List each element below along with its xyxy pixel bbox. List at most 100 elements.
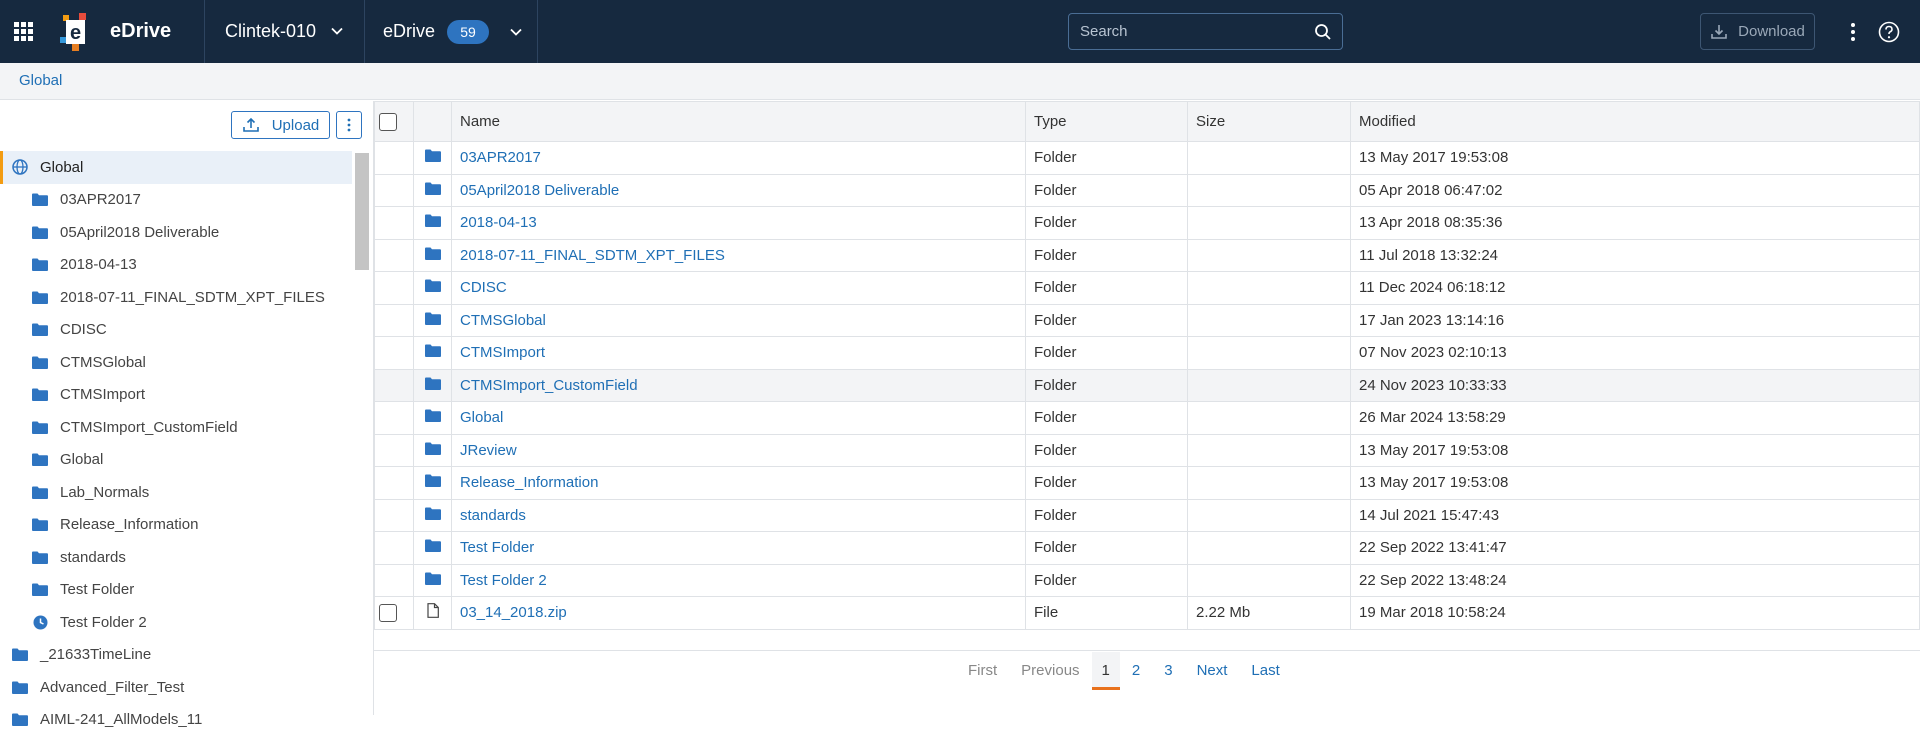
help-button[interactable]	[1878, 0, 1904, 63]
item-name-link[interactable]: 03_14_2018.zip	[460, 604, 567, 621]
header-divider	[364, 0, 365, 63]
select-all-checkbox[interactable]	[379, 113, 397, 131]
item-name-link[interactable]: Global	[460, 409, 503, 426]
item-name-link[interactable]: 2018-07-11_FINAL_SDTM_XPT_FILES	[460, 247, 725, 264]
breadcrumb-item-global[interactable]: Global	[19, 72, 62, 89]
modified-cell: 13 May 2017 19:53:08	[1351, 142, 1920, 175]
table-row[interactable]: 03APR2017Folder13 May 2017 19:53:08	[375, 142, 1920, 175]
page-3-button[interactable]: 3	[1152, 652, 1184, 690]
tree-node[interactable]: Lab_Normals	[0, 476, 352, 509]
tree-node[interactable]: Release_Information	[0, 509, 352, 542]
item-name-link[interactable]: 2018-04-13	[460, 214, 537, 231]
table-row[interactable]: CTMSImport_CustomFieldFolder24 Nov 2023 …	[375, 369, 1920, 402]
type-cell: Folder	[1026, 369, 1188, 402]
row-icon-cell	[414, 532, 452, 565]
tree-node[interactable]: 05April2018 Deliverable	[0, 216, 352, 249]
table-row[interactable]: 03_14_2018.zipFile2.22 Mb19 Mar 2018 10:…	[375, 597, 1920, 630]
study-selector[interactable]: Clintek-010	[225, 0, 365, 63]
type-cell: Folder	[1026, 239, 1188, 272]
tree-node[interactable]: Test Folder	[0, 574, 352, 607]
tree-node[interactable]: 2018-04-13	[0, 249, 352, 282]
row-select-cell	[375, 597, 414, 630]
select-all-cell	[375, 102, 414, 142]
table-row[interactable]: GlobalFolder26 Mar 2024 13:58:29	[375, 402, 1920, 435]
page-1-button[interactable]: 1	[1092, 652, 1120, 690]
item-name-link[interactable]: standards	[460, 507, 526, 524]
page-2-button[interactable]: 2	[1120, 652, 1152, 690]
folder-icon	[12, 679, 28, 695]
tree-node[interactable]: Global	[0, 444, 352, 477]
item-name-link[interactable]: Release_Information	[460, 474, 598, 491]
item-name-link[interactable]: CDISC	[460, 279, 507, 296]
search-input[interactable]	[1069, 14, 1309, 49]
page-next-button[interactable]: Next	[1185, 652, 1240, 690]
column-header-modified[interactable]: Modified	[1351, 102, 1920, 142]
item-name-link[interactable]: 03APR2017	[460, 149, 541, 166]
folder-icon	[425, 442, 441, 459]
type-cell: Folder	[1026, 564, 1188, 597]
size-cell	[1188, 564, 1351, 597]
more-options-button[interactable]	[1845, 0, 1861, 63]
folder-icon	[32, 582, 48, 598]
icon-column-header	[414, 102, 452, 142]
upload-button[interactable]: Upload	[231, 111, 330, 139]
tree-node[interactable]: AIML-241_AllModels_11	[0, 704, 352, 736]
page-first-button[interactable]: First	[956, 652, 1009, 690]
modified-cell: 13 May 2017 19:53:08	[1351, 467, 1920, 500]
table-row[interactable]: 05April2018 DeliverableFolder05 Apr 2018…	[375, 174, 1920, 207]
table-row[interactable]: 2018-04-13Folder13 Apr 2018 08:35:36	[375, 207, 1920, 240]
row-select-cell	[375, 564, 414, 597]
table-row[interactable]: CTMSGlobalFolder17 Jan 2023 13:14:16	[375, 304, 1920, 337]
table-row[interactable]: Test Folder 2Folder22 Sep 2022 13:48:24	[375, 564, 1920, 597]
item-name-link[interactable]: CTMSImport_CustomField	[460, 377, 638, 394]
table-row[interactable]: Release_InformationFolder13 May 2017 19:…	[375, 467, 1920, 500]
item-name-link[interactable]: Test Folder	[460, 539, 534, 556]
table-row[interactable]: CDISCFolder11 Dec 2024 06:18:12	[375, 272, 1920, 305]
folder-icon	[425, 279, 441, 296]
tree-node[interactable]: Advanced_Filter_Test	[0, 671, 352, 704]
folder-icon	[12, 712, 28, 728]
type-cell: Folder	[1026, 499, 1188, 532]
tree-node-label: Global	[60, 451, 103, 468]
tree-node[interactable]: CDISC	[0, 314, 352, 347]
name-cell: Release_Information	[452, 467, 1026, 500]
item-name-link[interactable]: CTMSImport	[460, 344, 545, 361]
search-box	[1068, 13, 1343, 50]
tree-node-label: Lab_Normals	[60, 484, 149, 501]
page-last-button[interactable]: Last	[1239, 652, 1291, 690]
tree-node[interactable]: standards	[0, 541, 352, 574]
table-row[interactable]: CTMSImportFolder07 Nov 2023 02:10:13	[375, 337, 1920, 370]
tree-node[interactable]: _21633TimeLine	[0, 639, 352, 672]
name-cell: CTMSGlobal	[452, 304, 1026, 337]
item-name-link[interactable]: Test Folder 2	[460, 572, 547, 589]
item-name-link[interactable]: 05April2018 Deliverable	[460, 182, 619, 199]
tree-scrollbar-thumb[interactable]	[355, 153, 369, 270]
table-row[interactable]: Test FolderFolder22 Sep 2022 13:41:47	[375, 532, 1920, 565]
item-name-link[interactable]: JReview	[460, 442, 517, 459]
tree-options-button[interactable]	[336, 111, 362, 139]
item-name-link[interactable]: CTMSGlobal	[460, 312, 546, 329]
tree-node[interactable]: Test Folder 2	[0, 606, 352, 639]
column-header-size[interactable]: Size	[1188, 102, 1351, 142]
download-button[interactable]: Download	[1700, 13, 1815, 50]
tree-node[interactable]: CTMSGlobal	[0, 346, 352, 379]
table-row[interactable]: JReviewFolder13 May 2017 19:53:08	[375, 434, 1920, 467]
app-launcher-button[interactable]	[14, 0, 40, 63]
download-label: Download	[1738, 23, 1805, 40]
tree-node[interactable]: Global	[0, 151, 352, 184]
row-select-cell	[375, 434, 414, 467]
tree-node[interactable]: 03APR2017	[0, 184, 352, 217]
table-row[interactable]: 2018-07-11_FINAL_SDTM_XPT_FILESFolder11 …	[375, 239, 1920, 272]
tree-node[interactable]: CTMSImport	[0, 379, 352, 412]
column-header-name[interactable]: Name	[452, 102, 1026, 142]
column-header-type[interactable]: Type	[1026, 102, 1188, 142]
page-previous-button[interactable]: Previous	[1009, 652, 1091, 690]
row-checkbox[interactable]	[379, 604, 397, 622]
tree-node[interactable]: 2018-07-11_FINAL_SDTM_XPT_FILES	[0, 281, 352, 314]
search-icon[interactable]	[1314, 23, 1332, 41]
table-row[interactable]: standardsFolder14 Jul 2021 15:47:43	[375, 499, 1920, 532]
tree-node[interactable]: CTMSImport_CustomField	[0, 411, 352, 444]
folder-icon	[425, 247, 441, 264]
tree-node-label: Test Folder 2	[60, 614, 147, 631]
drive-selector[interactable]: eDrive 59	[383, 0, 523, 63]
